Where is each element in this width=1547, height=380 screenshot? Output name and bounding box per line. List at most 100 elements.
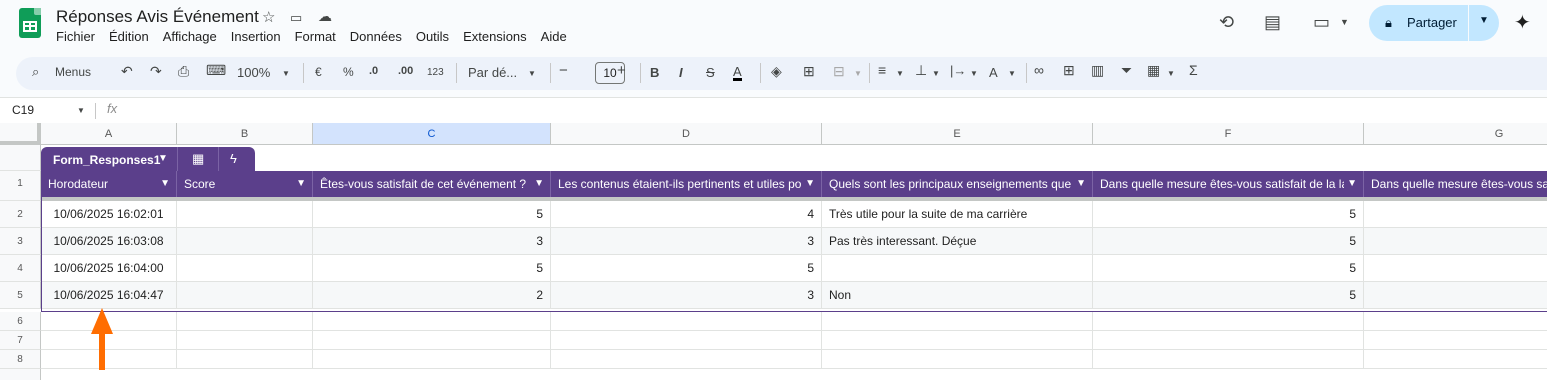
- currency-format-button[interactable]: €: [315, 65, 322, 79]
- cell-mesure-2[interactable]: [1364, 255, 1547, 282]
- menu-format[interactable]: Format: [295, 29, 343, 44]
- cell-enseignements[interactable]: Très utile pour la suite de ma carrière: [822, 201, 1093, 228]
- header-cell-score[interactable]: Score ▼: [177, 171, 313, 197]
- number-format-button[interactable]: 123: [427, 67, 444, 78]
- insert-chart-icon[interactable]: ▥: [1091, 62, 1104, 79]
- chevron-down-icon[interactable]: ▼: [802, 171, 815, 197]
- chevron-down-icon[interactable]: ▼: [1344, 171, 1357, 197]
- cell-satisfait[interactable]: 2: [313, 282, 551, 309]
- row-header-7[interactable]: 7: [0, 331, 41, 350]
- star-icon[interactable]: ☆: [262, 8, 275, 26]
- insert-comment-icon[interactable]: ⊞: [1063, 62, 1075, 79]
- move-folder-icon[interactable]: ▭: [290, 10, 302, 26]
- zoom-dropdown-icon[interactable]: ▼: [282, 69, 290, 78]
- increase-decimal-button[interactable]: .00: [398, 65, 413, 77]
- header-cell-contenus[interactable]: Les contenus étaient-ils pertinents et u…: [551, 171, 822, 197]
- cell-horodateur[interactable]: 10/06/2025 16:02:01: [41, 201, 177, 228]
- undo-icon[interactable]: ↶: [121, 63, 133, 80]
- column-header-a[interactable]: A: [41, 123, 177, 145]
- cell-horodateur[interactable]: 10/06/2025 16:04:47: [41, 282, 177, 309]
- cell-mesure-1[interactable]: 5: [1093, 201, 1364, 228]
- table-name[interactable]: Form_Responses1: [53, 153, 160, 167]
- empty-cell[interactable]: [551, 331, 822, 350]
- cell-score[interactable]: [177, 255, 313, 282]
- cell-horodateur[interactable]: 10/06/2025 16:03:08: [41, 228, 177, 255]
- empty-cell[interactable]: [551, 350, 822, 369]
- chevron-down-icon[interactable]: ▼: [1073, 171, 1086, 197]
- cell-enseignements[interactable]: Pas très interessant. Déçue: [822, 228, 1093, 255]
- filter-views-icon[interactable]: ▦: [1147, 62, 1160, 79]
- row-header-8[interactable]: 8: [0, 350, 41, 369]
- empty-row[interactable]: [41, 312, 1547, 331]
- cell-mesure-2[interactable]: [1364, 228, 1547, 255]
- empty-cell[interactable]: [1093, 312, 1364, 331]
- cell-score[interactable]: [177, 228, 313, 255]
- meet-icon[interactable]: ▭: [1313, 12, 1330, 33]
- cell-contenus[interactable]: 5: [551, 255, 822, 282]
- cell-enseignements[interactable]: [822, 255, 1093, 282]
- empty-cell[interactable]: [822, 331, 1093, 350]
- wrap-dropdown-icon[interactable]: ▼: [970, 69, 978, 78]
- empty-cell[interactable]: [177, 312, 313, 331]
- menu-data[interactable]: Données: [350, 29, 409, 44]
- cell-satisfait[interactable]: 5: [313, 201, 551, 228]
- halign-dropdown-icon[interactable]: ▼: [896, 69, 904, 78]
- horizontal-align-icon[interactable]: ≡: [878, 62, 886, 78]
- cloud-status-icon[interactable]: ☁: [318, 8, 332, 25]
- name-box[interactable]: C19: [12, 103, 34, 117]
- decrease-font-size-icon[interactable]: −: [559, 62, 568, 79]
- menu-insert[interactable]: Insertion: [231, 29, 288, 44]
- meet-dropdown-icon[interactable]: ▼: [1340, 17, 1349, 27]
- cell-mesure-1[interactable]: 5: [1093, 255, 1364, 282]
- header-cell-enseignements[interactable]: Quels sont les principaux enseignements …: [822, 171, 1093, 197]
- bold-icon[interactable]: B: [650, 65, 659, 80]
- row-header-4[interactable]: 4: [0, 255, 41, 282]
- menu-help[interactable]: Aide: [541, 29, 574, 44]
- font-family-select[interactable]: Par dé...: [468, 65, 517, 80]
- menu-file[interactable]: Fichier: [56, 29, 102, 44]
- menu-tools[interactable]: Outils: [416, 29, 456, 44]
- chevron-down-icon[interactable]: ▼: [296, 171, 306, 197]
- cell-contenus[interactable]: 4: [551, 201, 822, 228]
- menu-extensions[interactable]: Extensions: [463, 29, 534, 44]
- cell-enseignements[interactable]: Non: [822, 282, 1093, 309]
- cell-contenus[interactable]: 3: [551, 228, 822, 255]
- text-color-icon[interactable]: A: [733, 65, 742, 81]
- empty-cell[interactable]: [313, 331, 551, 350]
- menus-search[interactable]: ⌕ Menus: [26, 63, 122, 84]
- menu-edit[interactable]: Édition: [109, 29, 156, 44]
- gemini-icon[interactable]: ✦: [1514, 10, 1531, 35]
- chevron-down-icon[interactable]: ▼: [534, 171, 544, 197]
- row-header-3[interactable]: 3: [0, 228, 41, 255]
- paint-format-icon[interactable]: ⌨: [206, 62, 226, 79]
- row-header-9[interactable]: [0, 369, 41, 380]
- row-header-5[interactable]: 5: [0, 282, 41, 309]
- table-automation-icon[interactable]: ϟ: [230, 151, 237, 166]
- valign-dropdown-icon[interactable]: ▼: [932, 69, 940, 78]
- cell-mesure-1[interactable]: 5: [1093, 282, 1364, 309]
- column-header-b[interactable]: B: [177, 123, 313, 145]
- rotation-dropdown-icon[interactable]: ▼: [1008, 69, 1016, 78]
- print-icon[interactable]: ⎙: [178, 63, 189, 80]
- filter-views-dropdown-icon[interactable]: ▼: [1167, 69, 1175, 78]
- header-cell-satisfait[interactable]: Êtes-vous satisfait de cet événement ? ▼: [313, 171, 551, 197]
- empty-cell[interactable]: [313, 312, 551, 331]
- text-wrapping-icon[interactable]: |→: [950, 63, 966, 78]
- cell-contenus[interactable]: 3: [551, 282, 822, 309]
- fill-color-icon[interactable]: ◈: [771, 63, 782, 80]
- header-cell-mesure-1[interactable]: Dans quelle mesure êtes-vous satisfait d…: [1093, 171, 1364, 197]
- functions-icon[interactable]: Σ: [1189, 62, 1198, 78]
- increase-font-size-icon[interactable]: +: [617, 62, 626, 79]
- menu-view[interactable]: Affichage: [163, 29, 224, 44]
- borders-icon[interactable]: ⊞: [803, 63, 815, 80]
- select-all-corner[interactable]: [0, 123, 41, 145]
- column-header-d[interactable]: D: [551, 123, 822, 145]
- empty-cell[interactable]: [1093, 331, 1364, 350]
- row-header-1[interactable]: 1: [0, 171, 41, 201]
- insert-link-icon[interactable]: ∞: [1034, 62, 1044, 78]
- table-tab[interactable]: Form_Responses1 ▼ ▦ ϟ: [41, 147, 255, 171]
- column-header-e[interactable]: E: [822, 123, 1093, 145]
- zoom-select[interactable]: 100%: [237, 65, 270, 80]
- italic-icon[interactable]: I: [679, 65, 683, 80]
- empty-row[interactable]: [41, 331, 1547, 350]
